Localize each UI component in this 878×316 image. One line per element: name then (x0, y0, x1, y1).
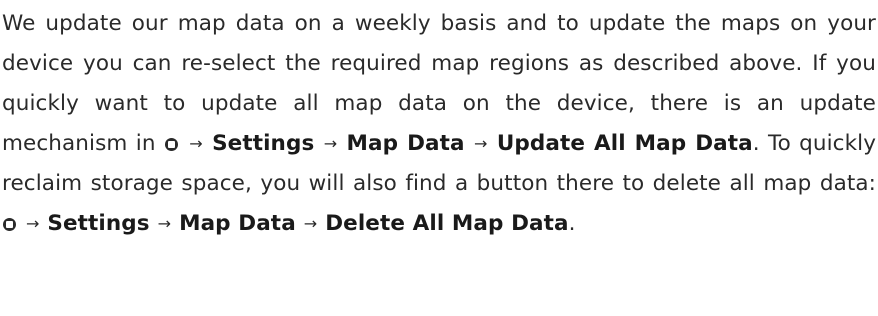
menu-icon (3, 218, 16, 231)
path-delete-map-data: Map Data (179, 211, 296, 236)
path-delete-settings: Settings (47, 211, 150, 236)
arrow-right-icon: → (323, 134, 338, 153)
path-update-all-map-data: Update All Map Data (496, 131, 753, 156)
end-text: . (568, 211, 576, 236)
arrow-right-icon: → (303, 214, 318, 233)
arrow-right-icon: → (473, 134, 488, 153)
help-document: We update our map data on a weekly basis… (0, 0, 878, 244)
arrow-right-icon: → (189, 134, 203, 153)
path-delete-all-map-data: Delete All Map Data (325, 211, 569, 236)
path-update-map-data: Map Data (346, 131, 465, 156)
arrow-right-icon: → (157, 214, 172, 233)
map-data-update-paragraph: We update our map data on a weekly basis… (2, 4, 876, 244)
arrow-right-icon: → (25, 214, 40, 233)
menu-icon (164, 138, 178, 151)
path-update-settings: Settings (212, 131, 315, 156)
